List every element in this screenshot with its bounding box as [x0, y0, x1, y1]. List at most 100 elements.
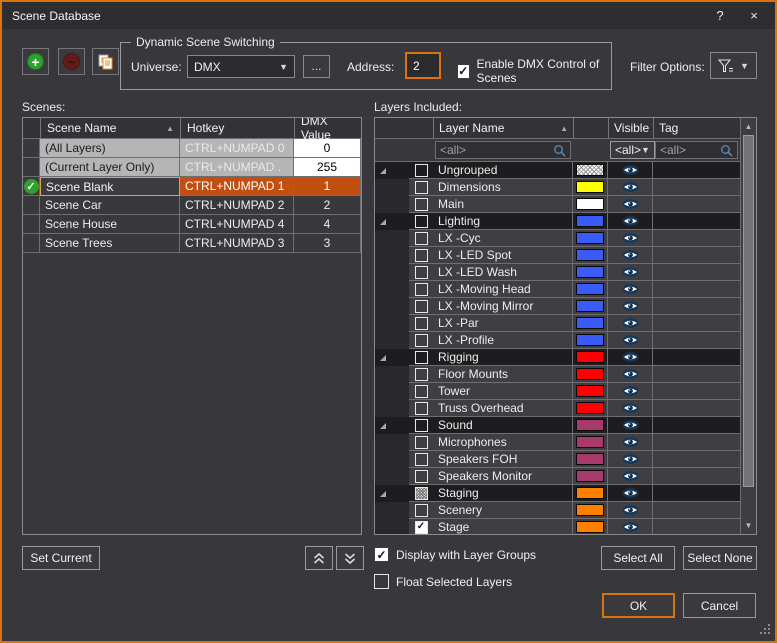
scene-row[interactable]: Scene HouseCTRL+NUMPAD 44 — [23, 215, 361, 234]
layer-tag-cell[interactable] — [653, 417, 740, 434]
group-expander-icon[interactable] — [375, 162, 391, 179]
layer-tag-cell[interactable] — [653, 213, 740, 230]
layer-checkbox[interactable] — [415, 164, 428, 177]
layer-visible-cell[interactable] — [608, 502, 653, 519]
layer-name-cell[interactable]: Floor Mounts — [433, 366, 573, 383]
scene-name-cell[interactable]: Scene Trees — [40, 234, 180, 253]
scene-name-cell[interactable]: (All Layers) — [40, 139, 180, 158]
layer-checkbox[interactable] — [415, 283, 428, 296]
layer-row[interactable]: LX -Moving Head — [375, 281, 740, 298]
layer-name-cell[interactable]: Scenery — [433, 502, 573, 519]
layer-visible-cell[interactable] — [608, 179, 653, 196]
scene-name-cell[interactable]: Scene House — [40, 215, 180, 234]
layer-visible-cell[interactable] — [608, 213, 653, 230]
layer-checkbox-cell[interactable] — [409, 400, 433, 417]
move-down-button[interactable] — [336, 546, 364, 570]
remove-scene-button[interactable]: − — [58, 48, 85, 75]
layer-checkbox[interactable] — [415, 300, 428, 313]
layer-checkbox[interactable] — [415, 470, 428, 483]
scene-hotkey-cell[interactable]: CTRL+NUMPAD 1 — [180, 177, 294, 196]
cancel-button[interactable]: Cancel — [683, 593, 756, 618]
visible-column-header[interactable]: Visible — [608, 118, 653, 138]
layer-tag-cell[interactable] — [653, 179, 740, 196]
layer-tag-cell[interactable] — [653, 264, 740, 281]
layer-name-cell[interactable]: Truss Overhead — [433, 400, 573, 417]
layer-row[interactable]: Dimensions — [375, 179, 740, 196]
layer-row[interactable]: LX -LED Spot — [375, 247, 740, 264]
display-with-layer-groups-checkbox[interactable]: ✓ — [374, 547, 389, 562]
layer-checkbox[interactable] — [415, 317, 428, 330]
layer-tag-cell[interactable] — [653, 349, 740, 366]
layer-visible-cell[interactable] — [608, 332, 653, 349]
scroll-down-icon[interactable]: ▼ — [741, 518, 756, 533]
layer-visible-cell[interactable] — [608, 451, 653, 468]
search-icon[interactable] — [720, 144, 733, 157]
group-expander-icon[interactable] — [375, 213, 391, 230]
ok-button[interactable]: OK — [602, 593, 675, 618]
layer-row[interactable]: Tower — [375, 383, 740, 400]
group-expander-icon[interactable] — [375, 417, 391, 434]
layer-checkbox[interactable] — [415, 436, 428, 449]
layer-row[interactable]: Truss Overhead — [375, 400, 740, 417]
layer-checkbox-cell[interactable] — [409, 451, 433, 468]
layer-row[interactable]: ✓ Stage — [375, 519, 740, 534]
layer-checkbox[interactable]: ✓ — [415, 521, 428, 534]
layer-checkbox[interactable] — [415, 419, 428, 432]
layer-checkbox-cell[interactable] — [409, 383, 433, 400]
search-icon[interactable] — [553, 144, 566, 157]
scene-row[interactable]: Scene CarCTRL+NUMPAD 22 — [23, 196, 361, 215]
layer-checkbox[interactable] — [415, 402, 428, 415]
layer-row[interactable]: Speakers FOH — [375, 451, 740, 468]
layer-tag-cell[interactable] — [653, 332, 740, 349]
scene-name-cell[interactable]: (Current Layer Only) — [40, 158, 180, 177]
layers-scrollbar[interactable]: ▲ ▼ — [740, 118, 756, 534]
select-none-button[interactable]: Select None — [683, 546, 757, 570]
layer-row[interactable]: LX -Moving Mirror — [375, 298, 740, 315]
scene-name-cell[interactable]: Scene Blank — [40, 177, 180, 196]
layer-row[interactable]: LX -Profile — [375, 332, 740, 349]
layer-checkbox[interactable] — [415, 334, 428, 347]
layer-name-cell[interactable]: Rigging — [433, 349, 573, 366]
layer-checkbox[interactable] — [415, 368, 428, 381]
layer-checkbox-cell[interactable] — [409, 162, 433, 179]
layer-checkbox[interactable] — [415, 198, 428, 211]
scene-dmx-value-cell[interactable]: 3 — [294, 234, 361, 253]
scene-hotkey-cell[interactable]: CTRL+NUMPAD 3 — [180, 234, 294, 253]
layer-name-cell[interactable]: Main — [433, 196, 573, 213]
scrollbar-thumb[interactable] — [743, 135, 754, 487]
group-expander-icon[interactable] — [375, 485, 391, 502]
layer-checkbox-cell[interactable] — [409, 417, 433, 434]
universe-select[interactable]: DMX ▼ — [187, 55, 295, 78]
titlebar[interactable]: Scene Database ? × — [2, 2, 775, 29]
layer-visible-cell[interactable] — [608, 434, 653, 451]
layer-visible-cell[interactable] — [608, 400, 653, 417]
scene-row[interactable]: (Current Layer Only)CTRL+NUMPAD .255 — [23, 158, 361, 177]
layer-visible-cell[interactable] — [608, 485, 653, 502]
layer-checkbox-cell[interactable] — [409, 366, 433, 383]
layer-row[interactable]: Lighting — [375, 213, 740, 230]
layer-checkbox-cell[interactable] — [409, 349, 433, 366]
layer-name-cell[interactable]: Staging — [433, 485, 573, 502]
layer-checkbox-cell[interactable]: ✓ — [409, 519, 433, 534]
layer-name-cell[interactable]: Ungrouped — [433, 162, 573, 179]
layer-name-cell[interactable]: Stage — [433, 519, 573, 534]
layer-visible-cell[interactable] — [608, 230, 653, 247]
layer-name-column-header[interactable]: Layer Name ▲ — [433, 118, 573, 138]
layer-checkbox[interactable] — [415, 351, 428, 364]
layer-name-cell[interactable]: LX -Par — [433, 315, 573, 332]
scene-row[interactable]: ✓Scene BlankCTRL+NUMPAD 11 — [23, 177, 361, 196]
layer-checkbox-cell[interactable] — [409, 468, 433, 485]
group-expander-icon[interactable] — [375, 349, 391, 366]
scene-dmx-value-cell[interactable]: 4 — [294, 215, 361, 234]
layer-tag-cell[interactable] — [653, 400, 740, 417]
layer-name-cell[interactable]: Sound — [433, 417, 573, 434]
layer-row[interactable]: Rigging — [375, 349, 740, 366]
layer-checkbox[interactable] — [415, 385, 428, 398]
layer-checkbox[interactable] — [415, 453, 428, 466]
layer-visible-cell[interactable] — [608, 196, 653, 213]
layer-visible-cell[interactable] — [608, 468, 653, 485]
help-icon[interactable]: ? — [709, 7, 731, 25]
browse-button[interactable]: ... — [303, 55, 330, 78]
layer-visible-cell[interactable] — [608, 247, 653, 264]
layer-checkbox-cell[interactable] — [409, 213, 433, 230]
